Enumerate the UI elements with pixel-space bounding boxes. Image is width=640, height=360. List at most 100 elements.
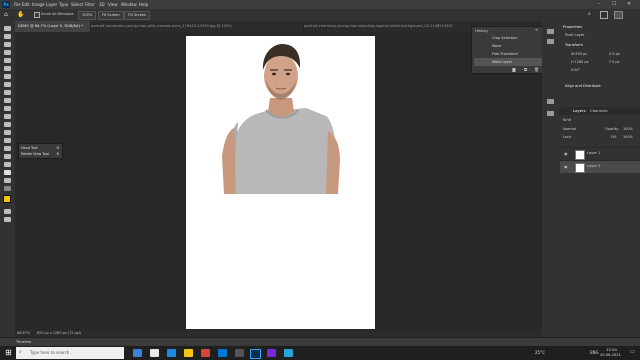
hand-tool-preset-icon[interactable]: ✋ [17, 11, 24, 18]
photoshop-logo-icon: Ps [2, 1, 10, 8]
type-tool-icon[interactable] [4, 154, 11, 159]
history-brush-tool-icon[interactable] [4, 106, 11, 111]
clock-time[interactable]: 12:54 [606, 347, 617, 352]
opacity-value[interactable]: 100% [623, 127, 633, 131]
frame-tool-icon[interactable] [4, 66, 11, 71]
menu-image[interactable]: Image [32, 1, 45, 8]
zoom-level[interactable]: 66.67% [17, 330, 30, 337]
menu-file[interactable]: File [14, 1, 21, 8]
menu-edit[interactable]: Edit [22, 1, 30, 8]
document-canvas[interactable] [186, 36, 375, 329]
menu-help[interactable]: Help [139, 1, 148, 8]
share-icon[interactable] [614, 11, 623, 19]
scroll-all-checkbox[interactable] [34, 12, 40, 18]
path-selection-tool-icon[interactable] [4, 162, 11, 167]
menu-filter[interactable]: Filter [85, 1, 95, 8]
layer-row-layer-0[interactable]: ◉ Layer 0 [560, 160, 640, 173]
history-item-current[interactable]: Make Layer [474, 58, 542, 66]
height-field[interactable]: H 1280 px [571, 60, 589, 64]
store-app-icon[interactable] [235, 349, 244, 357]
y-field[interactable]: Y 0 px [609, 60, 620, 64]
new-snapshot-icon[interactable]: ◙ [512, 67, 516, 72]
menu-window[interactable]: Window [121, 1, 137, 8]
search-box[interactable]: ⌕ Type here to search [16, 347, 124, 359]
marquee-tool-icon[interactable] [4, 34, 11, 39]
properties-panel-icon[interactable] [547, 39, 554, 44]
premiere-app-icon[interactable] [267, 349, 276, 357]
more-tools-icon[interactable] [4, 186, 11, 191]
menu-select[interactable]: Select [71, 1, 83, 8]
flyout-item-rotate-view-tool[interactable]: Rotate View Tool R [21, 151, 60, 157]
tab-charming-man[interactable]: portrait-charming-young-man-standing-aga… [301, 21, 475, 32]
history-item[interactable]: Move [474, 42, 542, 50]
menu-view[interactable]: View [108, 1, 118, 8]
pen-tool-icon[interactable] [4, 146, 11, 151]
move-tool-icon[interactable] [4, 26, 11, 31]
edge-app-icon[interactable] [167, 349, 176, 357]
fill-screen-button[interactable]: Fill Screen [124, 11, 151, 20]
fill-value[interactable]: 100% [623, 135, 633, 139]
file-explorer-icon[interactable] [184, 349, 193, 357]
history-menu-icon[interactable]: ≡ [535, 27, 538, 32]
zoom-100-button[interactable]: 100% [78, 11, 97, 20]
delete-icon[interactable]: 🗑 [534, 67, 539, 72]
brush-tool-icon[interactable] [4, 90, 11, 95]
quick-mask-icon[interactable] [4, 209, 11, 214]
clock-date[interactable]: 20-06-2021 [600, 353, 621, 357]
weather-text[interactable]: 25°C [535, 350, 545, 355]
minimize-button[interactable]: – [598, 1, 601, 8]
mail-app-icon[interactable] [218, 349, 227, 357]
visibility-eye-icon[interactable]: ◉ [564, 164, 569, 169]
language-indicator[interactable]: ENG [590, 350, 599, 355]
windows-start-icon[interactable]: ⊞ [5, 348, 12, 357]
history-item[interactable]: Free Transform [474, 50, 542, 58]
crop-tool-icon[interactable] [4, 58, 11, 63]
chrome-app-icon[interactable] [201, 349, 210, 357]
workspace-icon[interactable] [600, 11, 608, 19]
menu-layer[interactable]: Layer [46, 1, 57, 8]
telegram-app-icon[interactable] [284, 349, 293, 357]
status-bar: 66.67% 850 px x 1280 px (72 ppi) [15, 330, 542, 337]
angle-field[interactable]: 0.00° [571, 68, 580, 72]
photoshop-app-icon[interactable] [250, 349, 261, 359]
lasso-tool-icon[interactable] [4, 42, 11, 47]
blur-tool-icon[interactable] [4, 130, 11, 135]
tab-layers[interactable]: Layers [573, 108, 586, 113]
x-field[interactable]: X 0 px [609, 52, 620, 56]
eraser-tool-icon[interactable] [4, 114, 11, 119]
notifications-icon[interactable]: ▭ [630, 349, 635, 355]
explorer-app-icon[interactable] [150, 349, 159, 357]
home-icon[interactable]: ⌂ [4, 11, 8, 18]
search-icon[interactable]: ⌕ [588, 11, 591, 17]
screen-mode-icon[interactable] [4, 217, 11, 222]
zoom-tool-icon[interactable] [4, 178, 11, 183]
width-field[interactable]: W 850 px [571, 52, 587, 56]
history-item[interactable]: Crop Selection [474, 34, 542, 42]
close-button[interactable]: ✕ [627, 1, 631, 8]
quick-select-tool-icon[interactable] [4, 50, 11, 55]
gradient-tool-icon[interactable] [4, 122, 11, 127]
history-panel-icon[interactable] [547, 29, 554, 34]
menu-3d[interactable]: 3D [99, 1, 105, 8]
dodge-tool-icon[interactable] [4, 138, 11, 143]
clone-stamp-tool-icon[interactable] [4, 98, 11, 103]
task-view-icon[interactable] [133, 349, 142, 357]
maximize-button[interactable]: ☐ [612, 1, 616, 8]
visibility-eye-icon[interactable]: ◉ [564, 151, 569, 156]
history-panel: History ≡ Crop Selection Move Free Trans… [471, 26, 546, 74]
layer-row-layer-1[interactable]: ◉ Layer 1 [560, 147, 640, 160]
foreground-color-swatch[interactable] [3, 195, 11, 203]
camera-icon[interactable]: ◘ [524, 67, 527, 72]
tab-crossed-arms[interactable]: portrait-handsome-young-man-with-crossed… [88, 21, 304, 32]
hand-tool-icon[interactable] [4, 170, 11, 175]
menu-type[interactable]: Type [59, 1, 68, 8]
healing-brush-tool-icon[interactable] [4, 82, 11, 87]
blend-mode-select[interactable]: Normal [563, 127, 576, 131]
fit-screen-button[interactable]: Fit Screen [98, 11, 124, 20]
libraries-panel-icon[interactable] [547, 99, 554, 104]
adjustments-panel-icon[interactable] [547, 111, 554, 116]
eyedropper-tool-icon[interactable] [4, 74, 11, 79]
tab-channels[interactable]: Channels [590, 108, 608, 113]
tab-demo[interactable]: DEMO @ 66.7% (Layer 0, RGB/8#) * [15, 21, 91, 32]
layer-kind-filter[interactable]: Kind [563, 118, 571, 122]
